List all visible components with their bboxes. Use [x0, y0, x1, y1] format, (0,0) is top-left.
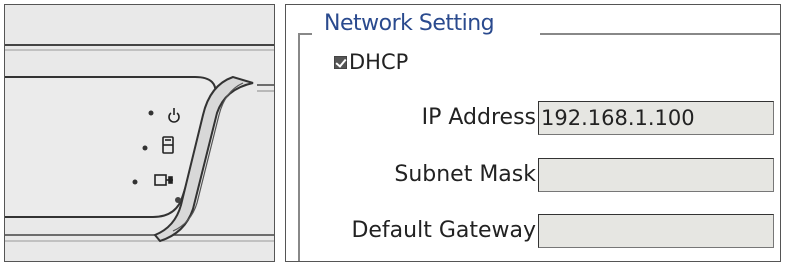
default-gateway-row: Default Gateway [286, 214, 780, 248]
ip-address-label: IP Address [421, 105, 536, 130]
network-setting-title: Network Setting [324, 11, 495, 36]
subnet-mask-label: Subnet Mask [394, 162, 536, 187]
dhcp-checkbox[interactable] [334, 55, 347, 69]
ip-address-row: IP Address 192.168.1.100 [286, 101, 780, 135]
power-led [148, 110, 154, 116]
hdd-led [142, 145, 148, 151]
default-gateway-field[interactable] [538, 214, 774, 248]
groupbox-border [540, 33, 780, 35]
device-front-drawing [5, 44, 274, 243]
groupbox-border [298, 33, 312, 35]
subnet-mask-row: Subnet Mask [286, 158, 780, 192]
subnet-mask-field[interactable] [538, 158, 774, 192]
device-illustration [4, 4, 275, 262]
network-led [132, 179, 138, 185]
default-gateway-label: Default Gateway [351, 218, 536, 243]
network-setting-panel: Network Setting DHCP IP Address 192.168.… [285, 4, 781, 262]
ip-address-field[interactable]: 192.168.1.100 [538, 101, 774, 135]
dhcp-label: DHCP [349, 50, 409, 74]
dhcp-row[interactable]: DHCP [334, 49, 408, 75]
